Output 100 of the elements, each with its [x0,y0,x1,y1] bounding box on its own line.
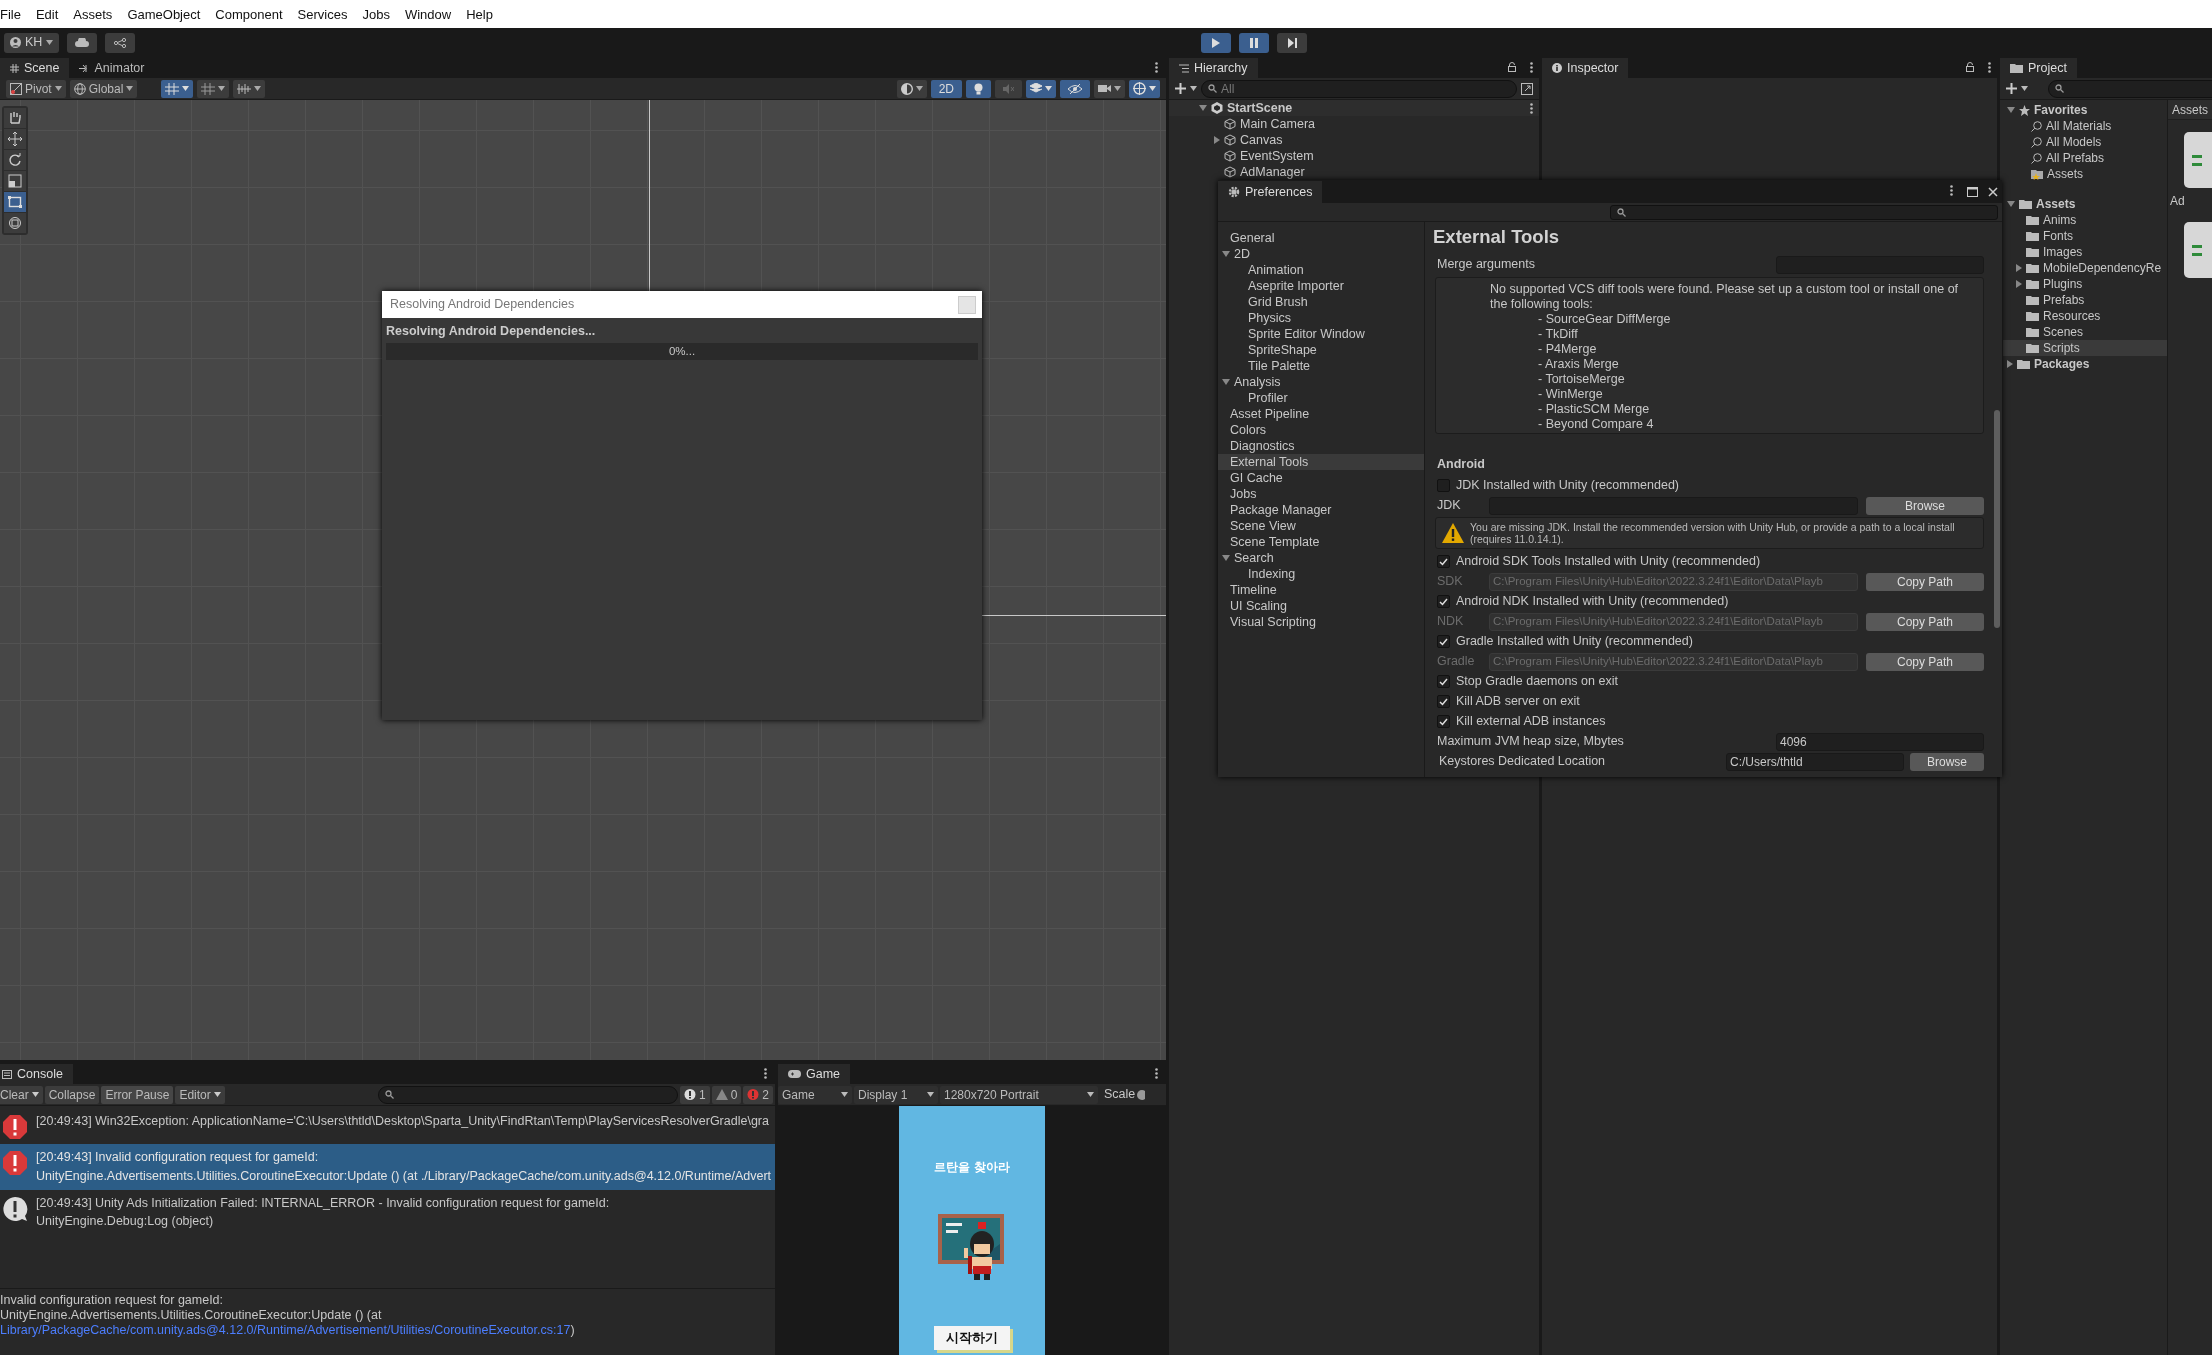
expand-arrow-icon[interactable] [1199,105,1207,111]
slider-thumb-icon[interactable] [1137,1089,1146,1100]
search-field[interactable]: All [1201,79,1517,98]
menu-item[interactable]: GameObject [127,4,201,24]
console-message[interactable]: [20:49:43] Win32Exception: ApplicationName='C:\Users\thtld\Desktop\Sparta_Unity\FindRtan\Temp\PlayServicesResolverGradle\gra [0,1108,775,1144]
nav-item[interactable]: Grid Brush [1218,294,1424,310]
menu-item[interactable]: File [0,4,21,24]
tree-item[interactable]: Images [2003,244,2167,260]
nav-item[interactable]: Search [1218,550,1424,566]
tree-item[interactable]: Packages [2003,356,2167,372]
menu-item[interactable]: Services [297,4,348,24]
checkbox[interactable] [1437,675,1450,688]
more-icon[interactable] [1155,1068,1158,1079]
camera-dropdown[interactable] [1094,79,1125,98]
checkbox[interactable] [1437,715,1450,728]
search-field[interactable] [2048,79,2212,98]
close-icon[interactable] [1988,187,1998,197]
nav-item[interactable]: Diagnostics [1218,438,1424,454]
nav-item[interactable]: Analysis [1218,374,1424,390]
tree-item[interactable]: Plugins [2003,276,2167,292]
nav-item[interactable]: Package Manager [1218,502,1424,518]
step-button[interactable] [1277,32,1308,53]
scrollbar[interactable] [1994,410,2000,628]
menu-item[interactable]: Window [404,4,452,24]
nav-item[interactable]: Visual Scripting [1218,614,1424,630]
tree-item[interactable]: All Models [2003,134,2167,150]
expand-arrow-icon[interactable] [1214,136,1220,144]
nav-item[interactable]: General [1218,230,1424,246]
nav-item[interactable]: Scene View [1218,518,1424,534]
tree-item[interactable]: All Materials [2003,118,2167,134]
checkbox[interactable] [1437,635,1450,648]
tool-button[interactable] [4,129,26,149]
tool-button[interactable] [4,171,26,191]
checkbox[interactable] [1437,595,1450,608]
tree-item[interactable]: All Prefabs [2003,150,2167,166]
account-dropdown[interactable]: KH [4,32,60,53]
toggle-button[interactable]: Collapse [44,1085,100,1104]
browse-button[interactable]: Browse [1910,752,1984,771]
resolution-dropdown[interactable]: 1280x720 Portrait [940,1085,1098,1104]
more-icon[interactable] [1530,102,1533,114]
tree-item[interactable]: Assets [2003,196,2167,212]
plus-icon[interactable] [1175,83,1186,94]
log-count-toggle[interactable]: 1 [679,1085,710,1104]
version-control-button[interactable] [105,32,136,53]
tree-item[interactable]: Scenes [2003,324,2167,340]
effects-dropdown[interactable] [1026,79,1056,98]
menu-item[interactable]: Component [215,4,283,24]
tool-button[interactable] [4,108,26,128]
tree-item[interactable]: Favorites [2003,102,2167,118]
stack-trace-link[interactable]: Library/PackageCache/com.unity.ads@4.12.0/Runtime/Advertisement/Utilities/CoroutineExecutor.cs:17 [0,1323,571,1337]
nav-item[interactable]: Animation [1218,262,1424,278]
nav-item[interactable]: External Tools [1218,454,1424,470]
nav-item[interactable]: GI Cache [1218,470,1424,486]
nav-item[interactable]: Profiler [1218,390,1424,406]
lighting-toggle[interactable] [966,79,991,98]
expand-arrow-icon[interactable] [2016,280,2022,288]
expand-arrow-icon[interactable] [2007,201,2015,207]
menu-item[interactable]: Help [466,4,493,24]
search-field[interactable] [1610,204,1998,220]
tool-button[interactable] [4,192,26,212]
tree-item[interactable]: Prefabs [2003,292,2167,308]
view-dropdown[interactable]: Game [778,1085,852,1104]
tool-button[interactable] [4,213,26,233]
more-icon[interactable] [1988,62,1991,73]
pause-button[interactable] [1239,32,1270,53]
nav-item[interactable]: Jobs [1218,486,1424,502]
cloud-button[interactable] [67,32,98,53]
script-file-icon[interactable] [2184,132,2212,188]
hierarchy-item[interactable]: Main Camera [1169,116,1539,132]
display-dropdown[interactable]: Display 1 [854,1085,938,1104]
number-field[interactable]: 4096 [1776,732,1984,751]
clear-button[interactable]: Clear [0,1085,43,1104]
nav-item[interactable]: Sprite Editor Window [1218,326,1424,342]
shading-dropdown[interactable] [896,79,927,98]
expand-arrow-icon[interactable] [2007,107,2015,113]
tree-item[interactable]: Assets [2003,166,2167,182]
tree-item[interactable]: Scripts [2003,340,2167,356]
error-count-toggle[interactable]: 2 [743,1085,773,1104]
editor-dropdown[interactable]: Editor [175,1085,225,1104]
console-message[interactable]: [20:49:43] Invalid configuration request for gameId: UnityEngine.Advertisements.Utilities.CoroutineExecutor:Update () (at ./Library/PackageCache/com.unity.ads@4.12.0/Runtime/Advert [0,1144,775,1190]
menu-item[interactable]: Assets [73,4,113,24]
nav-item[interactable]: SpriteShape [1218,342,1424,358]
panel-tab[interactable]: Game [778,1064,851,1084]
nav-item[interactable]: Tile Palette [1218,358,1424,374]
open-scene-icon[interactable] [1521,82,1533,95]
expand-arrow-icon[interactable] [1222,379,1230,385]
hierarchy-item[interactable]: Canvas [1169,132,1539,148]
menu-item[interactable]: Jobs [362,4,390,24]
tool-button[interactable] [4,150,26,170]
expand-arrow-icon[interactable] [2007,360,2013,368]
hierarchy-item[interactable]: AdManager [1169,164,1539,180]
more-icon[interactable] [764,1068,767,1079]
nav-item[interactable]: Physics [1218,310,1424,326]
checkbox[interactable] [1437,555,1450,568]
console-message[interactable]: [20:49:43] Unity Ads Initialization Failed: INTERNAL_ERROR - Invalid configuration request for gameId: UnityEngine.Debug:Log (object) [0,1189,775,1235]
nav-item[interactable]: Indexing [1218,566,1424,582]
hierarchy-item[interactable]: EventSystem [1169,148,1539,164]
more-icon[interactable] [1530,62,1533,73]
gizmos-dropdown[interactable] [1129,79,1160,98]
2d-toggle[interactable]: 2D [930,79,962,98]
